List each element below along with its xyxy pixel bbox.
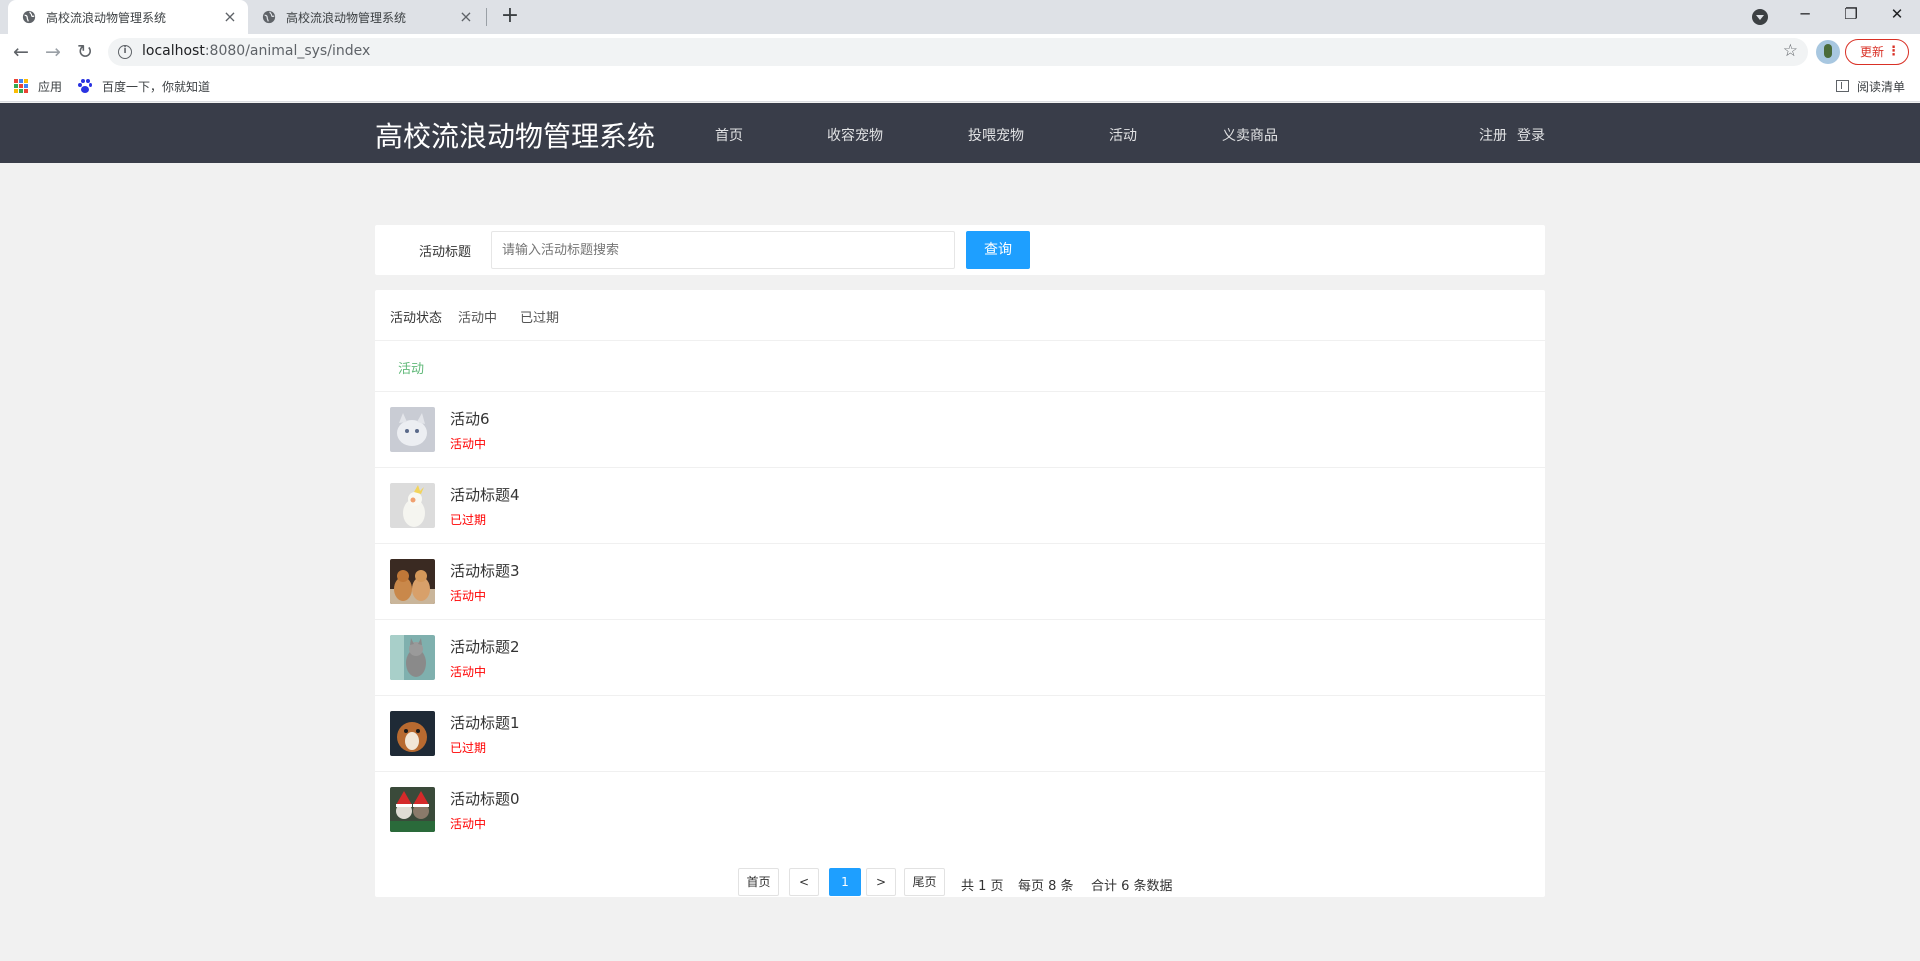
activity-title[interactable]: 活动标题0 bbox=[450, 788, 520, 809]
tab-close-icon[interactable]: × bbox=[458, 9, 474, 25]
nav-shelter-pets[interactable]: 收容宠物 bbox=[827, 125, 883, 145]
page-last-button[interactable]: 尾页 bbox=[904, 868, 945, 896]
close-window-icon[interactable]: ✕ bbox=[1874, 0, 1920, 30]
status-filter-row: 活动状态 活动中 已过期 bbox=[375, 290, 1545, 341]
bookmark-apps[interactable]: 应用 bbox=[14, 70, 62, 102]
new-tab-icon[interactable]: + bbox=[498, 5, 522, 29]
activity-title[interactable]: 活动标题1 bbox=[450, 712, 520, 733]
activity-item[interactable]: 活动标题4 已过期 bbox=[375, 468, 1545, 544]
login-link[interactable]: 登录 bbox=[1517, 125, 1545, 145]
menu-dots-icon: ⋮ bbox=[1887, 44, 1900, 59]
site-info-icon[interactable]: i bbox=[118, 45, 132, 59]
activity-thumbnail[interactable] bbox=[390, 787, 435, 832]
tab-separator bbox=[486, 8, 487, 26]
activity-status: 已过期 bbox=[450, 513, 487, 527]
forward-icon[interactable]: → bbox=[41, 40, 65, 64]
globe-icon bbox=[262, 10, 276, 24]
bookmark-baidu[interactable]: 百度一下，你就知道 bbox=[78, 70, 210, 102]
restore-icon[interactable]: ❐ bbox=[1828, 0, 1874, 30]
activity-status: 活动中 bbox=[450, 665, 487, 679]
bookmarks-bar: 应用 百度一下，你就知道 阅读清单 bbox=[0, 70, 1920, 102]
page-current-button[interactable]: 1 bbox=[829, 868, 861, 896]
site-header: 高校流浪动物管理系统 首页 收容宠物 投喂宠物 活动 义卖商品 注册 登录 bbox=[0, 103, 1920, 163]
nav-charity-goods[interactable]: 义卖商品 bbox=[1222, 125, 1278, 145]
tab-search-icon[interactable] bbox=[1752, 9, 1768, 25]
nav-feed-pets[interactable]: 投喂宠物 bbox=[968, 125, 1024, 145]
activity-status: 已过期 bbox=[450, 741, 487, 755]
search-button[interactable]: 查询 bbox=[966, 231, 1030, 269]
back-icon[interactable]: ← bbox=[9, 40, 33, 64]
activity-thumbnail[interactable] bbox=[390, 635, 435, 680]
reload-icon[interactable]: ↻ bbox=[73, 40, 97, 64]
nav-activities[interactable]: 活动 bbox=[1109, 125, 1137, 145]
register-link[interactable]: 注册 bbox=[1479, 125, 1507, 145]
activity-item[interactable]: 活动标题2 活动中 bbox=[375, 620, 1545, 696]
reading-list-icon bbox=[1836, 80, 1849, 92]
update-button[interactable]: 更新 ⋮ bbox=[1845, 39, 1909, 65]
globe-icon bbox=[22, 10, 36, 24]
url-path: :8080/animal_sys/index bbox=[204, 43, 371, 59]
category-tag[interactable]: 活动 bbox=[398, 358, 424, 377]
category-row: 活动 bbox=[375, 341, 1545, 392]
url-text[interactable]: localhost:8080/animal_sys/index bbox=[142, 43, 370, 59]
search-label: 活动标题 bbox=[419, 245, 472, 260]
address-bar[interactable]: i localhost:8080/animal_sys/index ☆ bbox=[108, 38, 1808, 66]
bookmark-baidu-label: 百度一下，你就知道 bbox=[102, 79, 211, 94]
search-input[interactable] bbox=[491, 231, 955, 269]
activity-title[interactable]: 活动标题3 bbox=[450, 560, 520, 581]
baidu-paw-icon bbox=[78, 79, 92, 93]
bookmark-star-icon[interactable]: ☆ bbox=[1783, 41, 1798, 61]
browser-tab-inactive[interactable]: 高校流浪动物管理系统 × bbox=[248, 0, 484, 34]
activity-title[interactable]: 活动标题2 bbox=[450, 636, 520, 657]
activity-thumbnail[interactable] bbox=[390, 559, 435, 604]
page-per-page: 每页 8 条 bbox=[1018, 879, 1074, 894]
activity-status: 活动中 bbox=[450, 589, 487, 603]
bookmark-apps-label: 应用 bbox=[38, 79, 63, 94]
minimize-icon[interactable]: ─ bbox=[1782, 0, 1828, 30]
status-filter-label: 活动状态 bbox=[390, 311, 443, 326]
page-total-records: 合计 6 条数据 bbox=[1091, 879, 1173, 894]
activity-status: 活动中 bbox=[450, 817, 487, 831]
activity-list-panel: 活动状态 活动中 已过期 活动 活动6 活动中 活动标题4 已过期 活动标题3 bbox=[375, 290, 1545, 897]
activity-item[interactable]: 活动标题0 活动中 bbox=[375, 772, 1545, 848]
tab-title: 高校流浪动物管理系统 bbox=[286, 10, 407, 25]
activity-item[interactable]: 活动标题3 活动中 bbox=[375, 544, 1545, 620]
activity-thumbnail[interactable] bbox=[390, 711, 435, 756]
tab-close-icon[interactable]: × bbox=[222, 9, 238, 25]
activity-status: 活动中 bbox=[450, 437, 487, 451]
profile-avatar[interactable] bbox=[1816, 40, 1840, 64]
page-next-button[interactable]: > bbox=[866, 868, 896, 896]
activity-thumbnail[interactable] bbox=[390, 483, 435, 528]
browser-tab-active[interactable]: 高校流浪动物管理系统 × bbox=[8, 0, 248, 34]
activity-item[interactable]: 活动6 活动中 bbox=[375, 392, 1545, 468]
activity-item[interactable]: 活动标题1 已过期 bbox=[375, 696, 1545, 772]
page-prev-button[interactable]: < bbox=[789, 868, 819, 896]
page-first-button[interactable]: 首页 bbox=[738, 868, 779, 896]
search-panel: 活动标题 查询 bbox=[375, 225, 1545, 275]
reading-list-label: 阅读清单 bbox=[1857, 79, 1906, 94]
reading-list[interactable]: 阅读清单 bbox=[1836, 70, 1905, 102]
browser-tabstrip: 高校流浪动物管理系统 × 高校流浪动物管理系统 × + ─ ❐ ✕ bbox=[0, 0, 1920, 34]
update-label: 更新 bbox=[1860, 45, 1885, 59]
activity-title[interactable]: 活动6 bbox=[450, 408, 490, 429]
site-logo[interactable]: 高校流浪动物管理系统 bbox=[375, 115, 655, 155]
activity-title[interactable]: 活动标题4 bbox=[450, 484, 520, 505]
activity-thumbnail[interactable] bbox=[390, 407, 435, 452]
url-host: localhost bbox=[142, 43, 205, 59]
pagination: 首页 < 1 > 尾页 共 1 页 每页 8 条 合计 6 条数据 bbox=[375, 865, 1545, 897]
filter-active[interactable]: 活动中 bbox=[458, 307, 497, 326]
filter-expired[interactable]: 已过期 bbox=[520, 307, 559, 326]
apps-grid-icon bbox=[14, 79, 28, 93]
tab-title: 高校流浪动物管理系统 bbox=[46, 10, 167, 25]
nav-home[interactable]: 首页 bbox=[715, 125, 743, 145]
page-total-pages: 共 1 页 bbox=[961, 879, 1004, 894]
browser-toolbar: ← → ↻ i localhost:8080/animal_sys/index … bbox=[0, 34, 1920, 70]
